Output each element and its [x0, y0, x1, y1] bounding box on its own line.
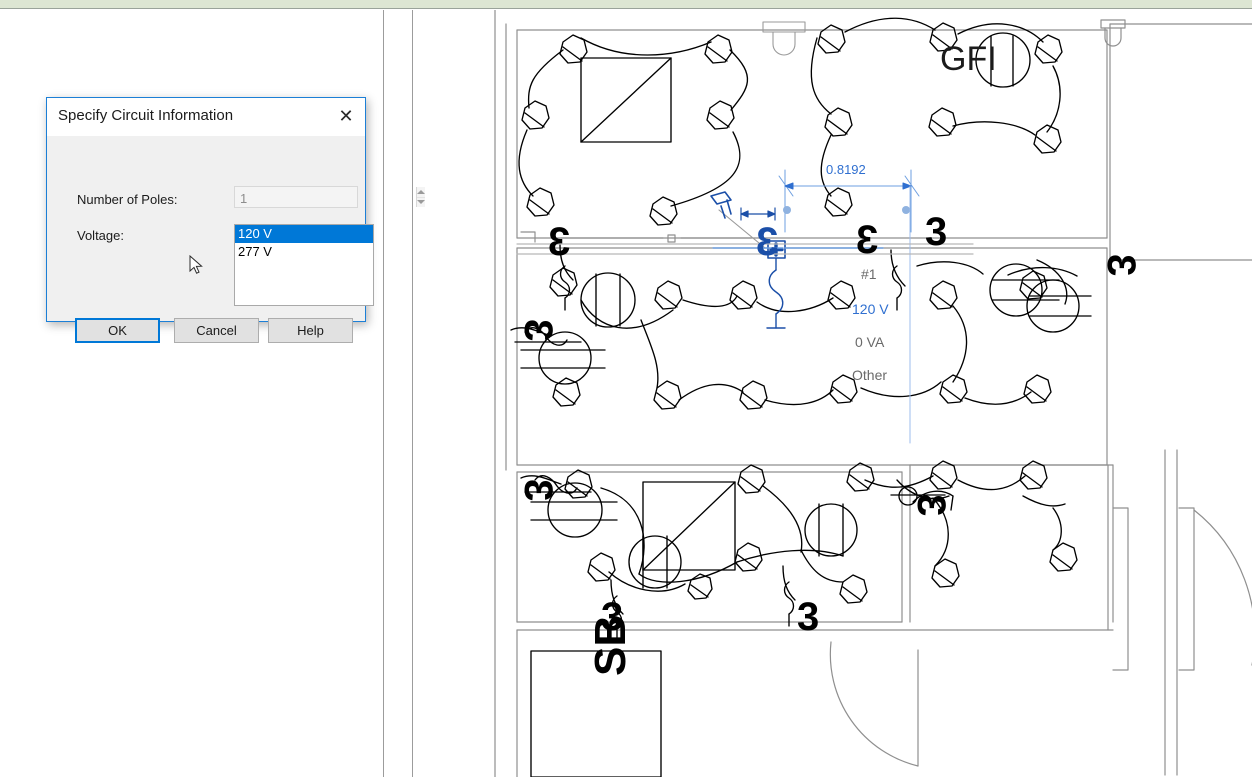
number-of-poles-label: Number of Poles:: [77, 192, 178, 207]
panel-divider-left: [383, 10, 384, 777]
cancel-button[interactable]: Cancel: [174, 318, 259, 343]
specify-circuit-information-dialog: Specify Circuit Information ✕ Number of …: [46, 97, 425, 343]
dialog-title-bar: Specify Circuit Information ✕: [47, 98, 365, 136]
ok-button[interactable]: OK: [75, 318, 160, 343]
number-of-poles-stepper[interactable]: [234, 186, 425, 208]
stepper-buttons[interactable]: [416, 187, 425, 207]
chevron-down-icon: [417, 200, 425, 205]
dialog-title: Specify Circuit Information: [58, 107, 234, 124]
help-button[interactable]: Help: [268, 318, 353, 343]
application-window: GFI 0.8192 #1 120 V 0 VA Other SB 3 3 3 …: [0, 0, 1252, 777]
number-of-poles-input[interactable]: [235, 187, 416, 207]
ribbon-strip: [0, 0, 1252, 9]
stepper-decrement-button[interactable]: [417, 198, 425, 208]
close-icon[interactable]: ✕: [331, 102, 361, 130]
drawing-canvas[interactable]: [413, 10, 1252, 777]
circuit-wiring: [510, 17, 1092, 777]
voltage-label: Voltage:: [77, 228, 124, 243]
voltage-option-120v[interactable]: 120 V: [235, 225, 373, 243]
stepper-increment-button[interactable]: [417, 187, 425, 198]
voltage-option-277v[interactable]: 277 V: [235, 243, 373, 261]
chevron-up-icon: [417, 189, 425, 194]
wall-lines: [494, 10, 1252, 777]
plumbing-fixture-sink: [762, 21, 806, 56]
dialog-body: Number of Poles: Voltage: 120 V 277 V OK: [47, 136, 425, 343]
voltage-listbox[interactable]: 120 V 277 V: [234, 224, 374, 306]
